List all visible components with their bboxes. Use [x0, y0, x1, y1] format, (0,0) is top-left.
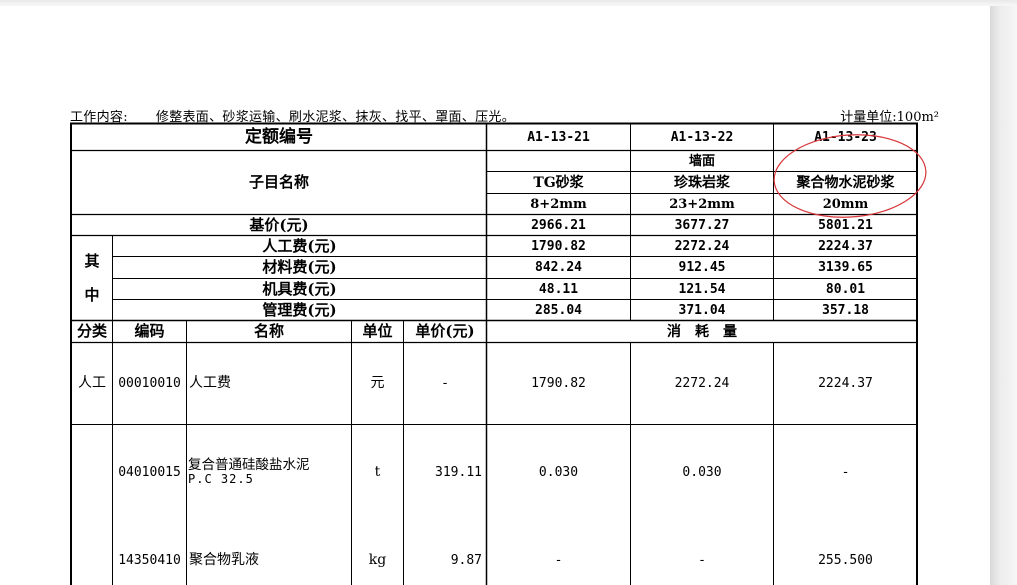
annotation-overlay [773, 134, 927, 218]
red-ellipse-annotation [773, 134, 927, 218]
